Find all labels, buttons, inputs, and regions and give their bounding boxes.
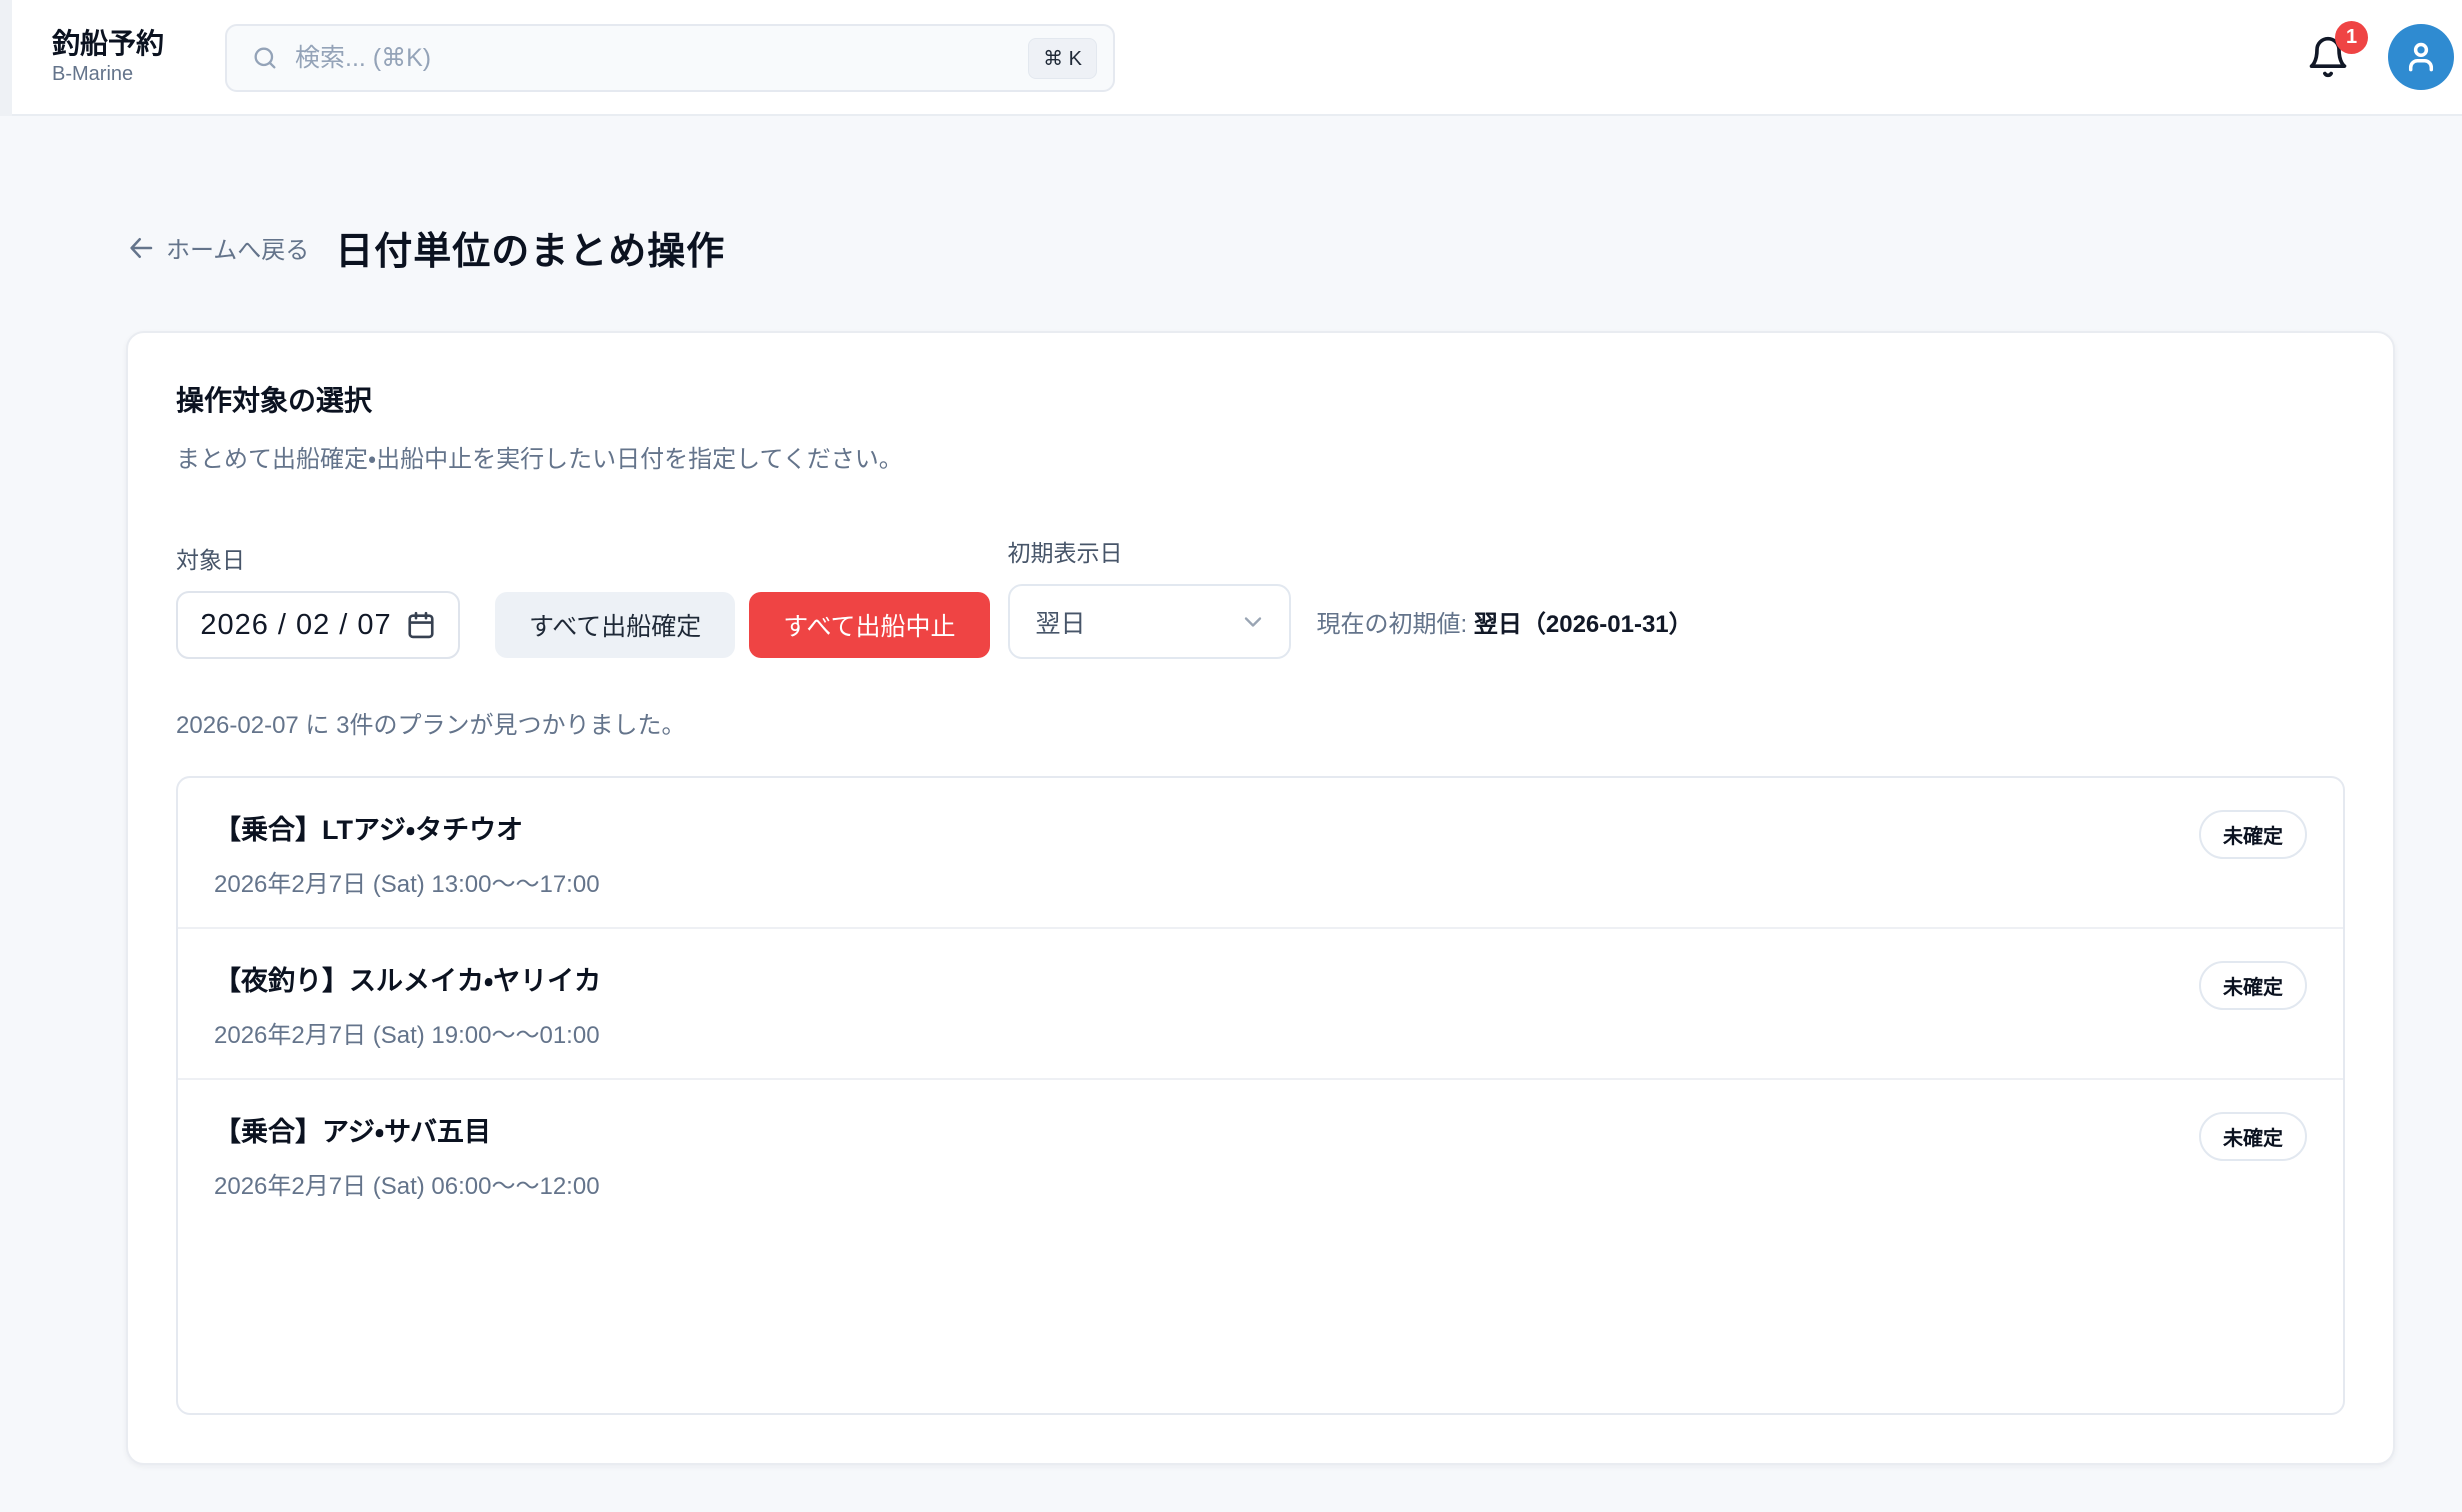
target-date-group: 対象日 2026 / 02 / 07 すべて出船確定 すべて出船中止 <box>176 541 990 659</box>
user-avatar-button[interactable] <box>2388 24 2454 90</box>
search-input[interactable] <box>295 44 1028 73</box>
app-header: 釣船予約 B-Marine ⌘ K 1 <box>0 0 2462 116</box>
plan-list-item[interactable]: 【乗合】LTアジ・タチウオ 2026年2月7日 (Sat) 13:00〜〜17:… <box>178 778 2343 929</box>
plan-datetime: 2026年2月7日 (Sat) 13:00〜〜17:00 <box>214 864 600 899</box>
status-badge: 未確定 <box>2199 961 2307 1010</box>
plan-datetime: 2026年2月7日 (Sat) 06:00〜〜12:00 <box>214 1166 600 1201</box>
confirm-all-button[interactable]: すべて出船確定 <box>495 592 735 658</box>
result-summary: 2026-02-07 に 3件のプランが見つかりました。 <box>176 705 2345 740</box>
cancel-all-button[interactable]: すべて出船中止 <box>749 592 989 658</box>
operation-form-row: 対象日 2026 / 02 / 07 すべて出船確定 すべて出船中止 初期表示日 <box>176 534 2345 659</box>
status-badge: 未確定 <box>2199 810 2307 859</box>
initial-display-group: 初期表示日 翌日 現在の初期値: 翌日（2026-01-31） <box>1008 534 1693 659</box>
target-date-input[interactable]: 2026 / 02 / 07 <box>176 591 460 659</box>
current-default-value: 翌日（2026-01-31） <box>1474 611 1693 638</box>
plan-datetime: 2026年2月7日 (Sat) 19:00〜〜01:00 <box>214 1015 601 1050</box>
calendar-icon <box>406 610 436 640</box>
plan-list-item[interactable]: 【夜釣り】スルメイカ・ヤリイカ 2026年2月7日 (Sat) 19:00〜〜0… <box>178 929 2343 1080</box>
bulk-operation-card: 操作対象の選択 まとめて出船確定・出船中止を実行したい日付を指定してください。 … <box>126 331 2395 1465</box>
page-title: 日付単位のまとめ操作 <box>335 220 725 275</box>
initial-display-label: 初期表示日 <box>1008 534 1693 568</box>
notifications-button[interactable]: 1 <box>2306 35 2350 79</box>
back-link-label: ホームへ戻る <box>166 230 309 265</box>
status-badge: 未確定 <box>2199 1112 2307 1161</box>
app-subtitle: B-Marine <box>52 63 164 86</box>
page-head: ホームへ戻る 日付単位のまとめ操作 <box>126 220 2462 275</box>
user-icon <box>2402 38 2440 76</box>
current-default-text: 現在の初期値: 翌日（2026-01-31） <box>1317 604 1693 639</box>
search-shortcut-kbd: ⌘ K <box>1028 38 1097 79</box>
search-icon <box>251 44 279 72</box>
global-search[interactable]: ⌘ K <box>225 24 1115 92</box>
arrow-left-icon <box>126 233 156 263</box>
plan-title: 【夜釣り】スルメイカ・ヤリイカ <box>214 959 601 998</box>
plan-list-item[interactable]: 【乗合】アジ・サバ五目 2026年2月7日 (Sat) 06:00〜〜12:00… <box>178 1080 2343 1229</box>
window-edge <box>0 0 12 116</box>
card-description: まとめて出船確定・出船中止を実行したい日付を指定してください。 <box>176 439 2345 474</box>
initial-display-select[interactable]: 翌日 <box>1008 584 1291 659</box>
plan-info: 【乗合】アジ・サバ五目 2026年2月7日 (Sat) 06:00〜〜12:00 <box>214 1110 600 1201</box>
notification-count-badge: 1 <box>2335 21 2368 54</box>
plan-info: 【夜釣り】スルメイカ・ヤリイカ 2026年2月7日 (Sat) 19:00〜〜0… <box>214 959 601 1050</box>
chevron-down-icon <box>1239 608 1267 636</box>
initial-display-selected: 翌日 <box>1036 604 1086 640</box>
plan-info: 【乗合】LTアジ・タチウオ 2026年2月7日 (Sat) 13:00〜〜17:… <box>214 808 600 899</box>
target-date-value: 2026 / 02 / 07 <box>200 609 391 642</box>
card-heading: 操作対象の選択 <box>176 379 2345 419</box>
app-title: 釣船予約 <box>52 28 164 60</box>
plan-title: 【乗合】アジ・サバ五目 <box>214 1110 600 1149</box>
back-to-home-link[interactable]: ホームへ戻る <box>126 230 309 265</box>
plan-title: 【乗合】LTアジ・タチウオ <box>214 808 600 847</box>
plan-list: 【乗合】LTアジ・タチウオ 2026年2月7日 (Sat) 13:00〜〜17:… <box>176 776 2345 1415</box>
app-logo: 釣船予約 B-Marine <box>52 28 164 86</box>
current-default-prefix: 現在の初期値: <box>1317 611 1474 638</box>
target-date-label: 対象日 <box>176 541 990 575</box>
